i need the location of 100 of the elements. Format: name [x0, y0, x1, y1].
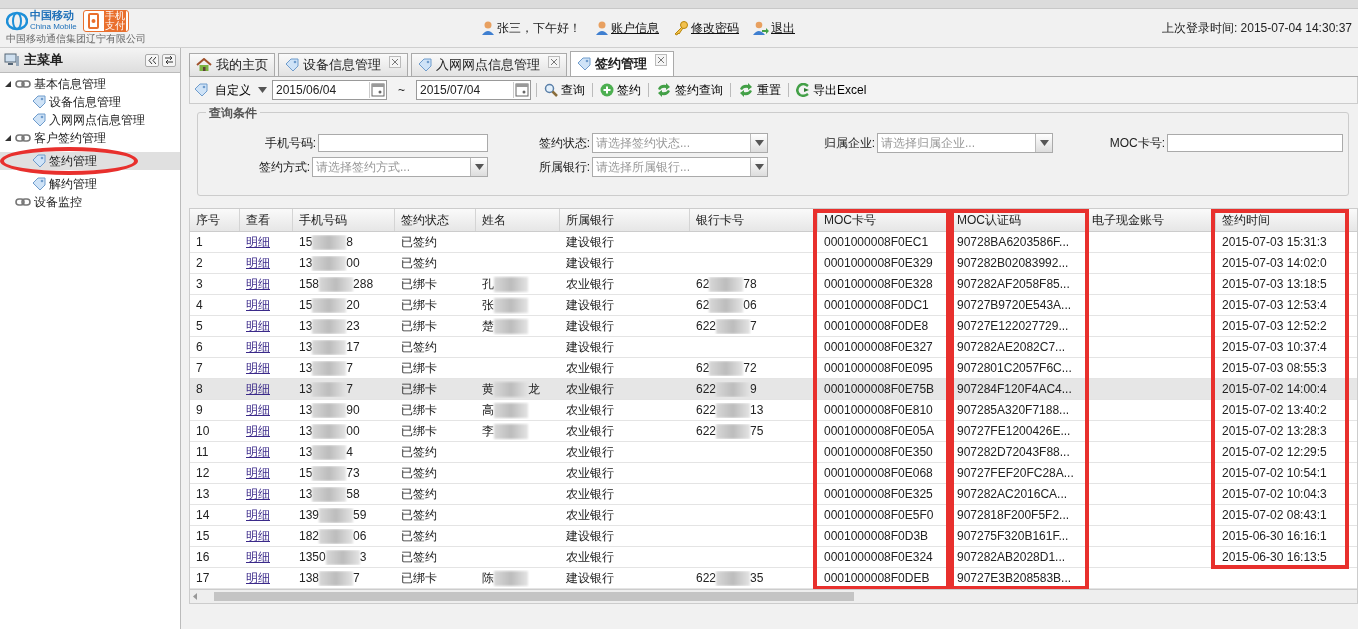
toolbar-button[interactable]: 签约	[598, 81, 643, 99]
china-mobile-logo-icon	[6, 11, 28, 31]
toolbar-button[interactable]: 签约查询	[654, 81, 725, 99]
table-row[interactable]: 1 明细 15 8 已签约 建设银行 0001000008F0EC1 90728BA6203586F... 2015-07-03 15:31:3	[190, 232, 1357, 253]
phone-number: 3	[359, 550, 367, 564]
column-header[interactable]: 签约时间	[1222, 211, 1270, 229]
input-field[interactable]	[1167, 134, 1343, 152]
date-field[interactable]: 2015/06/04	[272, 80, 387, 100]
tree-node[interactable]: 客户签约管理	[0, 129, 180, 147]
card-number: 622	[696, 319, 717, 333]
detail-link[interactable]: 明细	[246, 317, 270, 335]
table-row[interactable]: 3 明细 158 288 已绑卡 孔 农业银行 62 78 0001000008F0E328 907282AF2058F85... 2015-07-03 13:18:5	[190, 274, 1357, 295]
collapse-button[interactable]	[145, 53, 159, 67]
close-icon[interactable]	[389, 56, 401, 68]
scroll-left-icon[interactable]	[190, 592, 200, 601]
phone-number: 00	[346, 424, 360, 438]
dropdown-arrow-icon	[1039, 140, 1049, 146]
detail-link[interactable]: 明细	[246, 548, 270, 566]
phone-number: 8	[346, 235, 354, 249]
detail-link[interactable]: 明细	[246, 569, 270, 587]
calendar-icon[interactable]	[369, 82, 386, 98]
column-header[interactable]: 姓名	[482, 211, 506, 229]
tree-item[interactable]: 入网网点信息管理	[0, 111, 180, 129]
column-header[interactable]: 查看	[246, 211, 270, 229]
detail-link[interactable]: 明细	[246, 233, 270, 251]
table-row[interactable]: 9 明细 13 90 已绑卡 高 农业银行 622 13 0001000008F0E810 907285A320F7188... 2015-07-02 13:40:2	[190, 400, 1357, 421]
tab[interactable]: 入网网点信息管理	[411, 53, 567, 76]
phone-number: 20	[346, 298, 360, 312]
table-cell: 已签约	[401, 527, 437, 545]
detail-link[interactable]: 明细	[246, 464, 270, 482]
toolbar-button[interactable]: 导出Excel	[794, 81, 869, 99]
blurred-redaction	[709, 360, 744, 376]
detail-link[interactable]: 明细	[246, 506, 270, 524]
tab[interactable]: 签约管理	[570, 51, 674, 76]
blurred-redaction	[716, 570, 751, 586]
tree-item[interactable]: 解约管理	[0, 175, 180, 193]
swap-button[interactable]	[162, 53, 176, 67]
table-row[interactable]: 15 明细 182 06 已签约 建设银行 0001000008F0D3B 907275F320B161F... 2015-06-30 16:16:1	[190, 526, 1357, 547]
detail-link[interactable]: 明细	[246, 485, 270, 503]
table-cell: 农业银行	[566, 548, 614, 566]
blurred-redaction	[494, 381, 528, 397]
detail-link[interactable]: 明细	[246, 443, 270, 461]
table-row[interactable]: 11 明细 13 4 已签约 农业银行 0001000008F0E350 907282D72043F88... 2015-07-02 12:29:5	[190, 442, 1357, 463]
tree-node[interactable]: 基本信息管理	[0, 75, 180, 93]
tree-item[interactable]: 签约管理	[0, 152, 180, 170]
table-cell: 0001000008F0E05A	[824, 424, 935, 438]
tag-icon	[32, 95, 46, 109]
table-row[interactable]: 5 明细 13 23 已绑卡 楚 建设银行 622 7 0001000008F0DE8 90727E122027729... 2015-07-03 12:52:2	[190, 316, 1357, 337]
detail-link[interactable]: 明细	[246, 401, 270, 419]
detail-link[interactable]: 明细	[246, 296, 270, 314]
phone-number: 73	[346, 466, 360, 480]
brand-name-english: China Mobile	[30, 21, 77, 32]
blurred-redaction	[716, 402, 751, 418]
row-number: 5	[196, 319, 203, 333]
detail-link[interactable]: 明细	[246, 380, 270, 398]
close-icon[interactable]	[548, 56, 560, 68]
tab[interactable]: 设备信息管理	[278, 53, 408, 76]
table-row[interactable]: 8 明细 13 7 已绑卡 黄 龙 农业银行 622 9 0001000008F0E75B 907284F120F4AC4... 2015-07-02 14:00:4	[190, 379, 1357, 400]
detail-link[interactable]: 明细	[246, 527, 270, 545]
table-row[interactable]: 6 明细 13 17 已签约 建设银行 0001000008F0E327 907282AE2082C7... 2015-07-03 10:37:4	[190, 337, 1357, 358]
table-row[interactable]: 4 明细 15 20 已绑卡 张 建设银行 62 06 0001000008F0DC1 90727B9720E543A... 2015-07-03 12:53:4	[190, 295, 1357, 316]
close-icon[interactable]	[655, 54, 667, 66]
detail-link[interactable]: 明细	[246, 338, 270, 356]
table-row[interactable]: 13 明细 13 58 已签约 农业银行 0001000008F0E325 907282AC2016CA... 2015-07-02 10:04:3	[190, 484, 1357, 505]
table-row[interactable]: 10 明细 13 00 已绑卡 李 农业银行 622 75 0001000008F0E05A 90727FE1200426E... 2015-07-02 13:28:3	[190, 421, 1357, 442]
column-header[interactable]: 所属银行	[566, 211, 614, 229]
scrollbar-thumb[interactable]	[214, 592, 854, 601]
tab[interactable]: 我的主页	[189, 53, 275, 76]
table-cell: 农业银行	[566, 485, 614, 503]
header-link[interactable]: 账户信息	[611, 19, 659, 37]
table-cell: 建设银行	[566, 569, 614, 587]
detail-link[interactable]: 明细	[246, 254, 270, 272]
date-field[interactable]: 2015/07/04	[416, 80, 531, 100]
detail-link[interactable]: 明细	[246, 422, 270, 440]
column-header[interactable]: 序号	[196, 211, 220, 229]
tree-node[interactable]: 设备监控	[0, 193, 180, 211]
table-row[interactable]: 16 明细 1350 3 已签约 农业银行 0001000008F0E324 907282AB2028D1... 2015-06-30 16:13:5	[190, 547, 1357, 568]
column-header[interactable]: MOC认证码	[957, 211, 1021, 229]
table-row[interactable]: 2 明细 13 00 已签约 建设银行 0001000008F0E329 907282B02083992... 2015-07-03 14:02:0	[190, 253, 1357, 274]
column-header[interactable]: 签约状态	[401, 211, 449, 229]
table-cell: 0001000008F0DC1	[824, 298, 929, 312]
table-row[interactable]: 14 明细 139 59 已签约 农业银行 0001000008F0E5F0 9072818F200F5F2... 2015-07-02 08:43:1	[190, 505, 1357, 526]
header-link[interactable]: 修改密码	[691, 19, 739, 37]
range-dropdown[interactable]: 自定义	[213, 81, 253, 99]
toolbar-button[interactable]: 重置	[736, 81, 783, 99]
toolbar-button[interactable]: 查询	[542, 81, 587, 99]
calendar-icon[interactable]	[513, 82, 530, 98]
row-number: 3	[196, 277, 203, 291]
header-link[interactable]: 退出	[771, 19, 795, 37]
table-row[interactable]: 12 明细 15 73 已签约 农业银行 0001000008F0E068 90727FEF20FC28A... 2015-07-02 10:54:1	[190, 463, 1357, 484]
detail-link[interactable]: 明细	[246, 275, 270, 293]
input-field[interactable]	[318, 134, 488, 152]
field-label: 所属银行:	[538, 158, 590, 176]
detail-link[interactable]: 明细	[246, 359, 270, 377]
column-header[interactable]: MOC卡号	[824, 211, 876, 229]
column-header[interactable]: 银行卡号	[696, 211, 744, 229]
house-icon	[196, 58, 212, 72]
column-header[interactable]: 手机号码	[299, 211, 347, 229]
column-header[interactable]: 电子现金账号	[1092, 211, 1164, 229]
tree-item[interactable]: 设备信息管理	[0, 93, 180, 111]
